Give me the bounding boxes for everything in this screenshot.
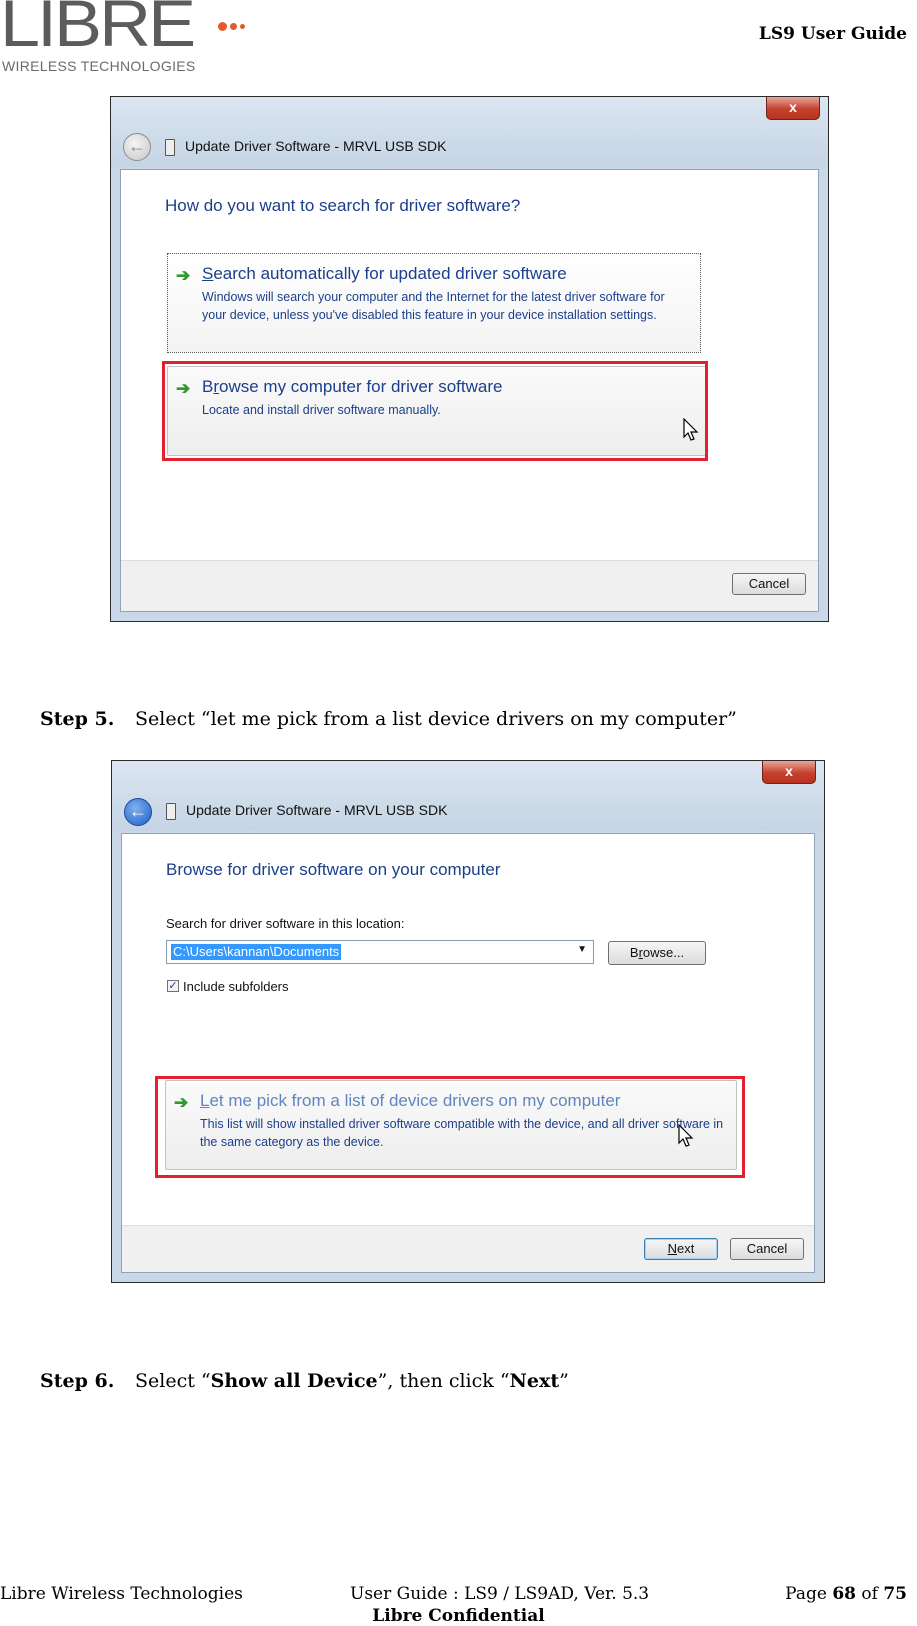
include-subfolders-checkbox[interactable]: ✓ <box>167 980 179 992</box>
footer-guide: User Guide : LS9 / LS9AD, Ver. 5.3 <box>350 1584 650 1604</box>
footer-confidential: Libre Confidential <box>372 1606 545 1626</box>
logo-dots-icon <box>218 22 245 31</box>
browse-button[interactable]: Browse... <box>608 941 706 965</box>
next-text: Next <box>509 1370 560 1392</box>
dialog-titlebar <box>112 761 824 831</box>
update-driver-dialog-browse: x ← Update Driver Software - MRVL USB SD… <box>111 760 825 1283</box>
mouse-cursor-icon <box>678 1124 694 1147</box>
step-number: Step 6. <box>40 1370 115 1392</box>
dialog-title: Update Driver Software - MRVL USB SDK <box>185 138 447 154</box>
step-5-caption: Step 5. Select “let me pick from a list d… <box>40 708 737 730</box>
step-text: Select “let me pick from a list device d… <box>135 708 737 730</box>
back-arrow-icon[interactable]: ← <box>123 133 151 161</box>
include-subfolders-label: Include subfolders <box>183 979 289 994</box>
close-button[interactable]: x <box>762 761 816 784</box>
mouse-cursor-icon <box>683 418 699 441</box>
search-automatically-option[interactable]: ➔ Search automatically for updated drive… <box>167 253 701 353</box>
close-button[interactable]: x <box>766 97 820 120</box>
footer-page-number: Page 68 of 75 <box>785 1584 907 1604</box>
dialog-title: Update Driver Software - MRVL USB SDK <box>186 802 448 818</box>
back-arrow-icon[interactable]: ← <box>124 798 152 826</box>
document-title: LS9 User Guide <box>758 24 907 44</box>
dialog-titlebar <box>111 97 828 167</box>
cancel-button[interactable]: Cancel <box>732 573 806 595</box>
footer-company: Libre Wireless Technologies <box>0 1584 243 1604</box>
dropdown-arrow-icon[interactable]: ▼ <box>577 944 587 955</box>
dialog-heading: Browse for driver software on your compu… <box>166 860 501 879</box>
option-description: Windows will search your computer and th… <box>202 290 665 322</box>
dialog-button-bar: Cancel <box>121 560 818 611</box>
step-6-caption: Step 6. Select “Show all Device”, then cl… <box>40 1370 569 1392</box>
update-driver-dialog-search: x ← Update Driver Software - MRVL USB SD… <box>110 96 829 622</box>
cancel-button[interactable]: Cancel <box>730 1238 804 1260</box>
logo-wordmark: LIBRE <box>0 0 196 61</box>
next-button[interactable]: Next <box>644 1238 718 1260</box>
location-value: C:\Users\kannan\Documents <box>171 944 342 960</box>
location-label: Search for driver software in this locat… <box>166 916 405 931</box>
step-number: Step 5. <box>40 708 115 730</box>
highlight-box <box>162 361 708 461</box>
show-all-device-text: Show all Device <box>210 1370 378 1392</box>
location-combobox[interactable]: C:\Users\kannan\Documents ▼ <box>166 940 594 964</box>
usb-device-icon <box>166 803 176 820</box>
dialog-heading: How do you want to search for driver sof… <box>165 196 521 215</box>
logo-subtitle: WIRELESS TECHNOLOGIES <box>2 58 196 74</box>
libre-logo: LIBRE WIRELESS TECHNOLOGIES <box>0 0 260 80</box>
green-arrow-icon: ➔ <box>176 266 191 285</box>
usb-device-icon <box>165 139 175 156</box>
dialog-content: How do you want to search for driver sof… <box>120 169 819 612</box>
option-title: Search automatically for updated driver … <box>202 264 567 283</box>
highlight-box <box>155 1076 745 1178</box>
dialog-button-bar: Next Cancel <box>122 1225 814 1272</box>
dialog-content: Browse for driver software on your compu… <box>121 833 815 1273</box>
